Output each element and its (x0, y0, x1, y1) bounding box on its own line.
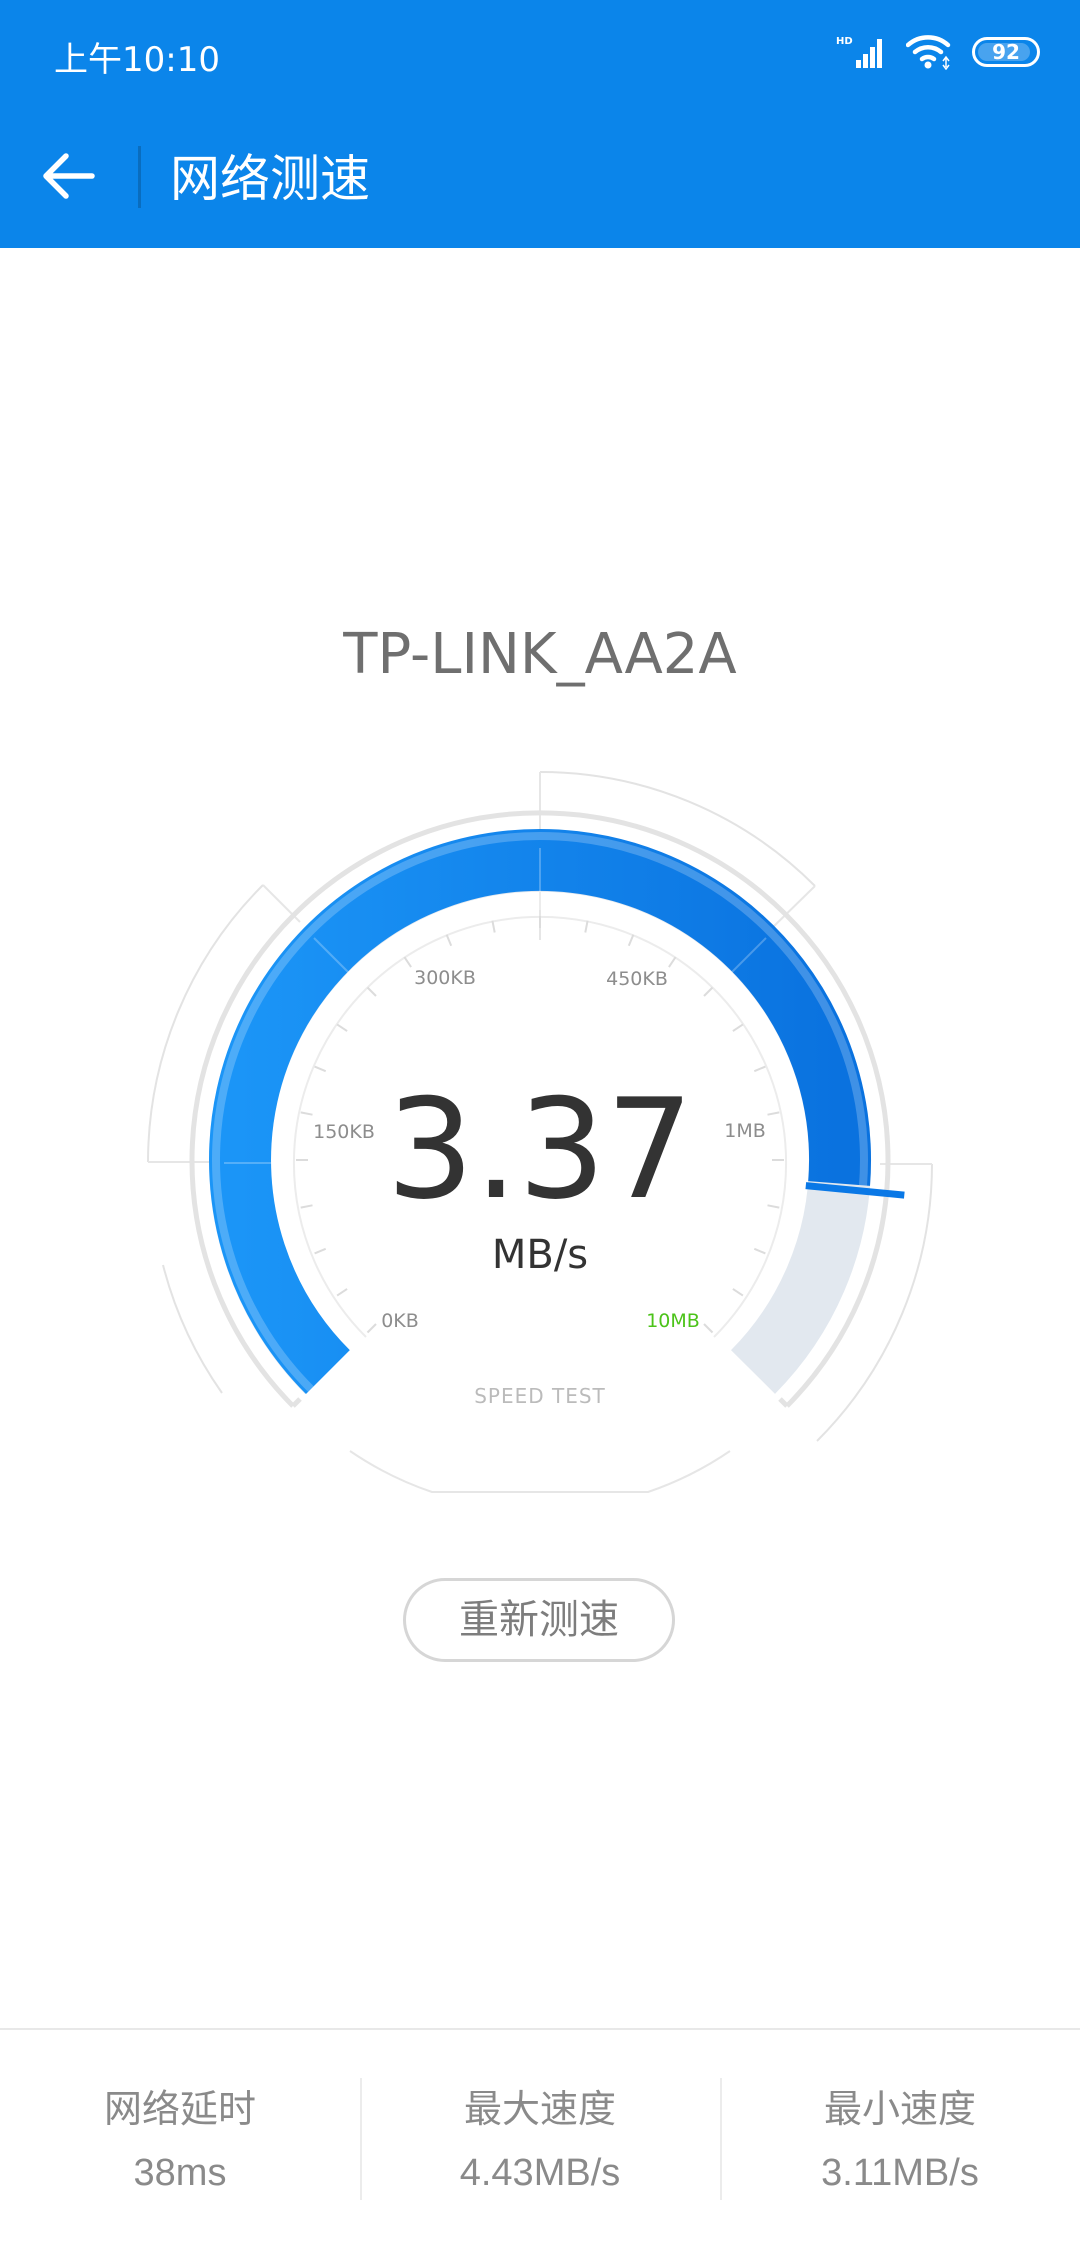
scale-label-10mb: 10MB (646, 1310, 700, 1332)
page-title: 网络测速 (170, 150, 370, 208)
stat-latency-label: 网络延时 (103, 2087, 256, 2131)
scale-label-450kb: 450KB (606, 968, 668, 990)
gauge-tick (703, 1323, 714, 1334)
wifi-icon (906, 35, 951, 70)
gauge-tick (732, 1288, 744, 1297)
status-icons: HD 92 (836, 34, 1040, 70)
stat-min-speed-label: 最小速度 (823, 2087, 976, 2131)
stat-min-speed-value: 3.11MB/s (821, 2152, 979, 2194)
back-button[interactable] (32, 140, 104, 212)
stat-max-speed: 最大速度 4.43MB/s (360, 2030, 720, 2248)
stat-max-speed-label: 最大速度 (463, 2087, 616, 2131)
gauge-tick (732, 1023, 744, 1032)
gauge-tick (668, 956, 677, 968)
stat-latency-value: 38ms (133, 2152, 227, 2194)
outer-bracket-top-right (539, 770, 816, 887)
network-name: TP-LINK_AA2A (343, 622, 737, 687)
scale-label-300kb: 300KB (414, 967, 476, 989)
arrow-left-icon (43, 153, 95, 199)
scale-label-0kb: 0KB (381, 1310, 419, 1332)
battery-icon: 92 (972, 37, 1040, 67)
battery-level-text: 92 (992, 40, 1020, 64)
outer-bracket-lower-left (162, 1264, 223, 1394)
gauge-tick (366, 986, 377, 997)
hd-badge: HD (836, 36, 853, 47)
speed-test-caption: SPEED TEST (474, 1384, 606, 1408)
stats-bar: 网络延时 38ms 最大速度 4.43MB/s 最小速度 3.11MB/s (0, 2030, 1080, 2248)
gauge-tick (584, 920, 589, 933)
status-time: 上午10:10 (54, 40, 220, 80)
gauge-tick (445, 934, 453, 947)
gauge-tick (627, 934, 635, 947)
gauge-tick (403, 956, 412, 968)
stat-max-speed-value: 4.43MB/s (459, 2152, 621, 2194)
gauge-tick (336, 1288, 348, 1297)
gauge-tick (366, 1323, 377, 1334)
gauge-tick (491, 920, 496, 933)
speed-value: 3.37 (386, 1069, 694, 1230)
cellular-signal-icon: HD (836, 36, 882, 68)
stat-latency: 网络延时 38ms (0, 2030, 360, 2248)
speed-unit: MB/s (491, 1232, 589, 1278)
gauge-tick (703, 986, 714, 997)
retest-button[interactable]: 重新测速 (403, 1578, 675, 1662)
gauge-bottom-lens (349, 1450, 731, 1493)
nav-divider (138, 146, 141, 208)
gauge-tick (336, 1023, 348, 1032)
stat-min-speed: 最小速度 3.11MB/s (720, 2030, 1080, 2248)
